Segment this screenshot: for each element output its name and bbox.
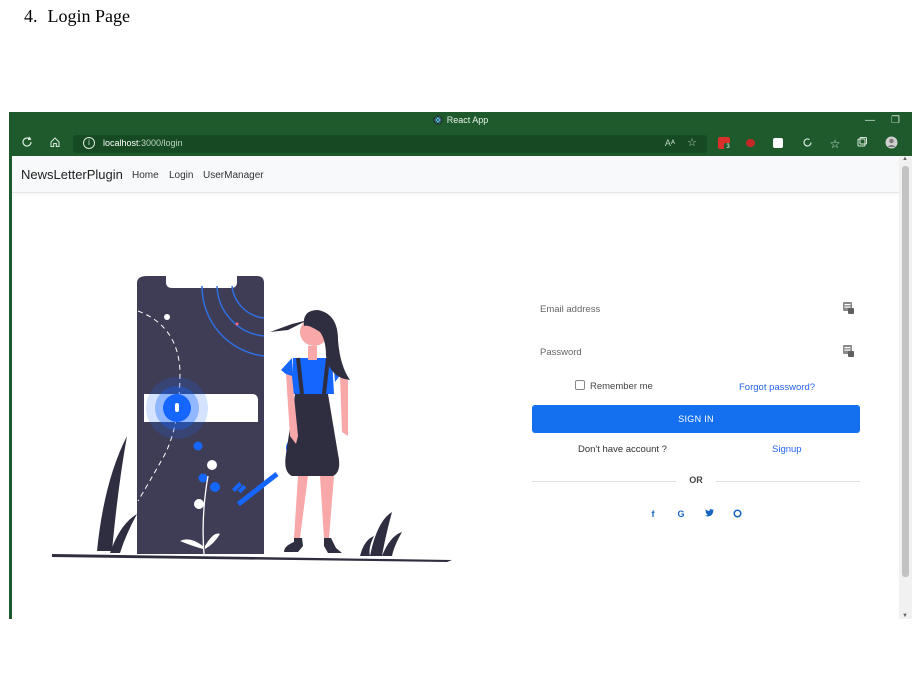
remember-me-label: Remember me bbox=[590, 381, 653, 392]
url-text: localhost:3000/login bbox=[103, 138, 183, 148]
twitter-icon[interactable] bbox=[702, 509, 716, 521]
extension-red-icon[interactable]: 3 bbox=[718, 137, 732, 151]
scrollbar-thumb[interactable] bbox=[902, 166, 909, 577]
or-text: OR bbox=[676, 475, 716, 485]
password-placeholder: Password bbox=[540, 347, 582, 358]
github-icon[interactable] bbox=[730, 509, 744, 521]
extension-white-icon[interactable] bbox=[773, 138, 783, 148]
password-field[interactable]: Password bbox=[532, 339, 860, 367]
scroll-up-arrow-icon[interactable]: ▲ bbox=[902, 156, 908, 162]
email-field[interactable]: Email address bbox=[532, 296, 860, 324]
extensions-icon[interactable] bbox=[799, 136, 815, 152]
remember-me-checkbox[interactable] bbox=[575, 380, 585, 390]
favorites-icon[interactable]: ☆ bbox=[827, 136, 843, 152]
collections-icon[interactable] bbox=[854, 136, 870, 152]
address-bar[interactable]: i localhost:3000/login Aᴬ ☆ bbox=[73, 135, 707, 153]
extension-badge: 3 bbox=[724, 143, 732, 151]
site-info-icon[interactable]: i bbox=[83, 137, 95, 149]
password-manager-icon[interactable] bbox=[843, 345, 854, 357]
login-illustration bbox=[52, 276, 452, 562]
favorite-star-icon[interactable]: ☆ bbox=[687, 136, 697, 149]
remember-me: Remember me bbox=[575, 380, 653, 392]
navbar-brand[interactable]: NewsLetterPlugin bbox=[21, 167, 123, 182]
heading-number: 4. bbox=[24, 6, 38, 26]
window-title: React App bbox=[9, 115, 912, 125]
tab-title-text: React App bbox=[446, 115, 489, 125]
profile-avatar-icon[interactable] bbox=[883, 136, 899, 152]
no-account-text: Don't have account ? bbox=[578, 444, 667, 455]
title-bar: React App — ❐ bbox=[9, 112, 912, 132]
url-path: :3000/login bbox=[138, 138, 183, 148]
home-icon[interactable] bbox=[47, 136, 63, 152]
browser-toolbar: i localhost:3000/login Aᴬ ☆ 3 ☆ bbox=[9, 132, 912, 156]
read-aloud-icon[interactable]: Aᴬ bbox=[665, 138, 675, 148]
navbar: NewsLetterPlugin Home Login UserManager bbox=[12, 156, 899, 193]
nav-link-login[interactable]: Login bbox=[169, 170, 193, 181]
restore-button[interactable]: ❐ bbox=[891, 115, 900, 126]
google-icon[interactable]: G bbox=[674, 509, 688, 521]
nav-link-home[interactable]: Home bbox=[132, 170, 159, 181]
page-scrollbar[interactable]: ▲ ▼ bbox=[899, 156, 912, 619]
sign-in-button[interactable]: SIGN IN bbox=[532, 405, 860, 433]
browser-window: React App — ❐ i localhost:3000/login Aᴬ … bbox=[9, 112, 912, 619]
facebook-icon[interactable]: f bbox=[646, 509, 660, 521]
forgot-password-link[interactable]: Forgot password? bbox=[739, 382, 815, 393]
nav-link-usermanager[interactable]: UserManager bbox=[203, 170, 264, 181]
scroll-down-arrow-icon[interactable]: ▼ bbox=[902, 613, 908, 619]
password-manager-icon[interactable] bbox=[843, 302, 854, 314]
extension-ublock-icon[interactable] bbox=[746, 139, 755, 147]
signup-link[interactable]: Signup bbox=[772, 444, 802, 455]
email-placeholder: Email address bbox=[540, 304, 601, 315]
document-heading: 4. Login Page bbox=[24, 6, 130, 27]
heading-text: Login Page bbox=[47, 6, 131, 26]
minimize-button[interactable]: — bbox=[865, 115, 875, 126]
url-host: localhost bbox=[103, 138, 139, 148]
refresh-icon[interactable] bbox=[19, 136, 35, 152]
page-viewport: NewsLetterPlugin Home Login UserManager bbox=[12, 156, 899, 619]
react-logo-icon bbox=[433, 115, 443, 125]
